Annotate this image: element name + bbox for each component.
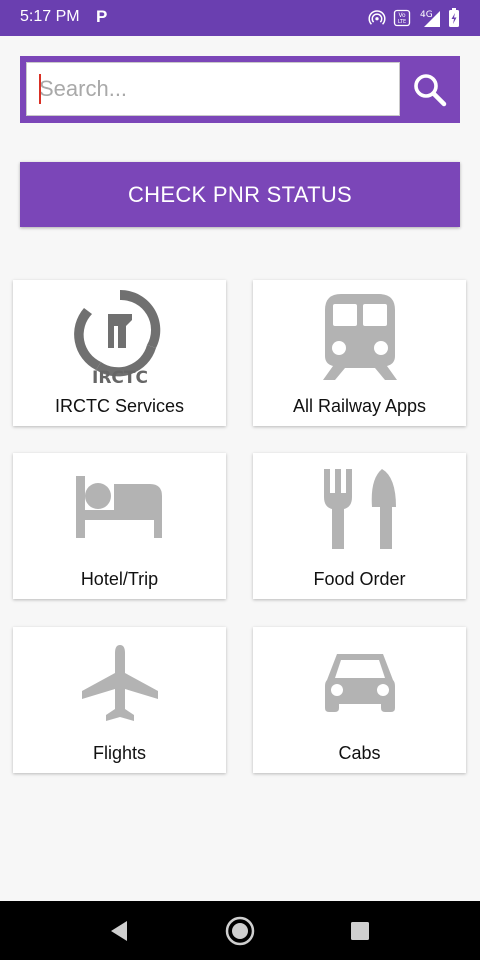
check-pnr-status-button[interactable]: CHECK PNR STATUS bbox=[20, 162, 460, 227]
tile-all-railway-apps[interactable]: All Railway Apps bbox=[253, 280, 466, 426]
network-signal-icon: 4G bbox=[418, 8, 442, 28]
tile-flights[interactable]: Flights bbox=[13, 627, 226, 773]
search-bar bbox=[20, 56, 460, 123]
tile-label: IRCTC Services bbox=[54, 396, 184, 416]
tile-label: All Railway Apps bbox=[292, 396, 427, 416]
bed-icon bbox=[13, 459, 226, 559]
tile-label: Hotel/Trip bbox=[80, 569, 159, 589]
tile-label: Cabs bbox=[338, 743, 381, 763]
tile-label: Food Order bbox=[313, 569, 406, 589]
tile-hotel-trip[interactable]: Hotel/Trip bbox=[13, 453, 226, 599]
text-cursor bbox=[39, 74, 41, 104]
irctc-logo-text: IRCTC bbox=[92, 368, 148, 386]
status-icons: Vo LTE 4G bbox=[368, 6, 460, 30]
svg-text:LTE: LTE bbox=[398, 19, 406, 25]
app-notification-icon: P bbox=[96, 7, 108, 26]
search-icon bbox=[414, 73, 447, 106]
status-time: 5:17 PM bbox=[20, 8, 80, 25]
recents-button[interactable] bbox=[344, 915, 376, 947]
search-button[interactable] bbox=[400, 56, 460, 123]
status-bar: 5:17 PM P Vo LTE 4G bbox=[0, 0, 480, 36]
fork-knife-icon bbox=[253, 459, 466, 559]
search-input[interactable] bbox=[26, 62, 400, 116]
network-type-label: 4G bbox=[420, 10, 433, 20]
tile-cabs[interactable]: Cabs bbox=[253, 627, 466, 773]
hotspot-icon bbox=[368, 9, 386, 27]
tile-food-order[interactable]: Food Order bbox=[253, 453, 466, 599]
back-icon bbox=[111, 921, 127, 941]
home-icon bbox=[225, 916, 255, 946]
tile-irctc-services[interactable]: IRCTC IRCTC Services bbox=[13, 280, 226, 426]
battery-icon bbox=[448, 8, 460, 28]
volte-icon: Vo LTE bbox=[392, 8, 412, 28]
navigation-bar bbox=[0, 901, 480, 960]
irctc-logo-icon: IRCTC bbox=[13, 286, 226, 386]
tile-label: Flights bbox=[92, 743, 146, 763]
back-button[interactable] bbox=[103, 915, 135, 947]
airplane-icon bbox=[13, 633, 226, 733]
train-icon bbox=[253, 286, 466, 386]
home-button[interactable] bbox=[224, 915, 256, 947]
recents-icon bbox=[351, 922, 369, 940]
car-icon bbox=[253, 633, 466, 733]
